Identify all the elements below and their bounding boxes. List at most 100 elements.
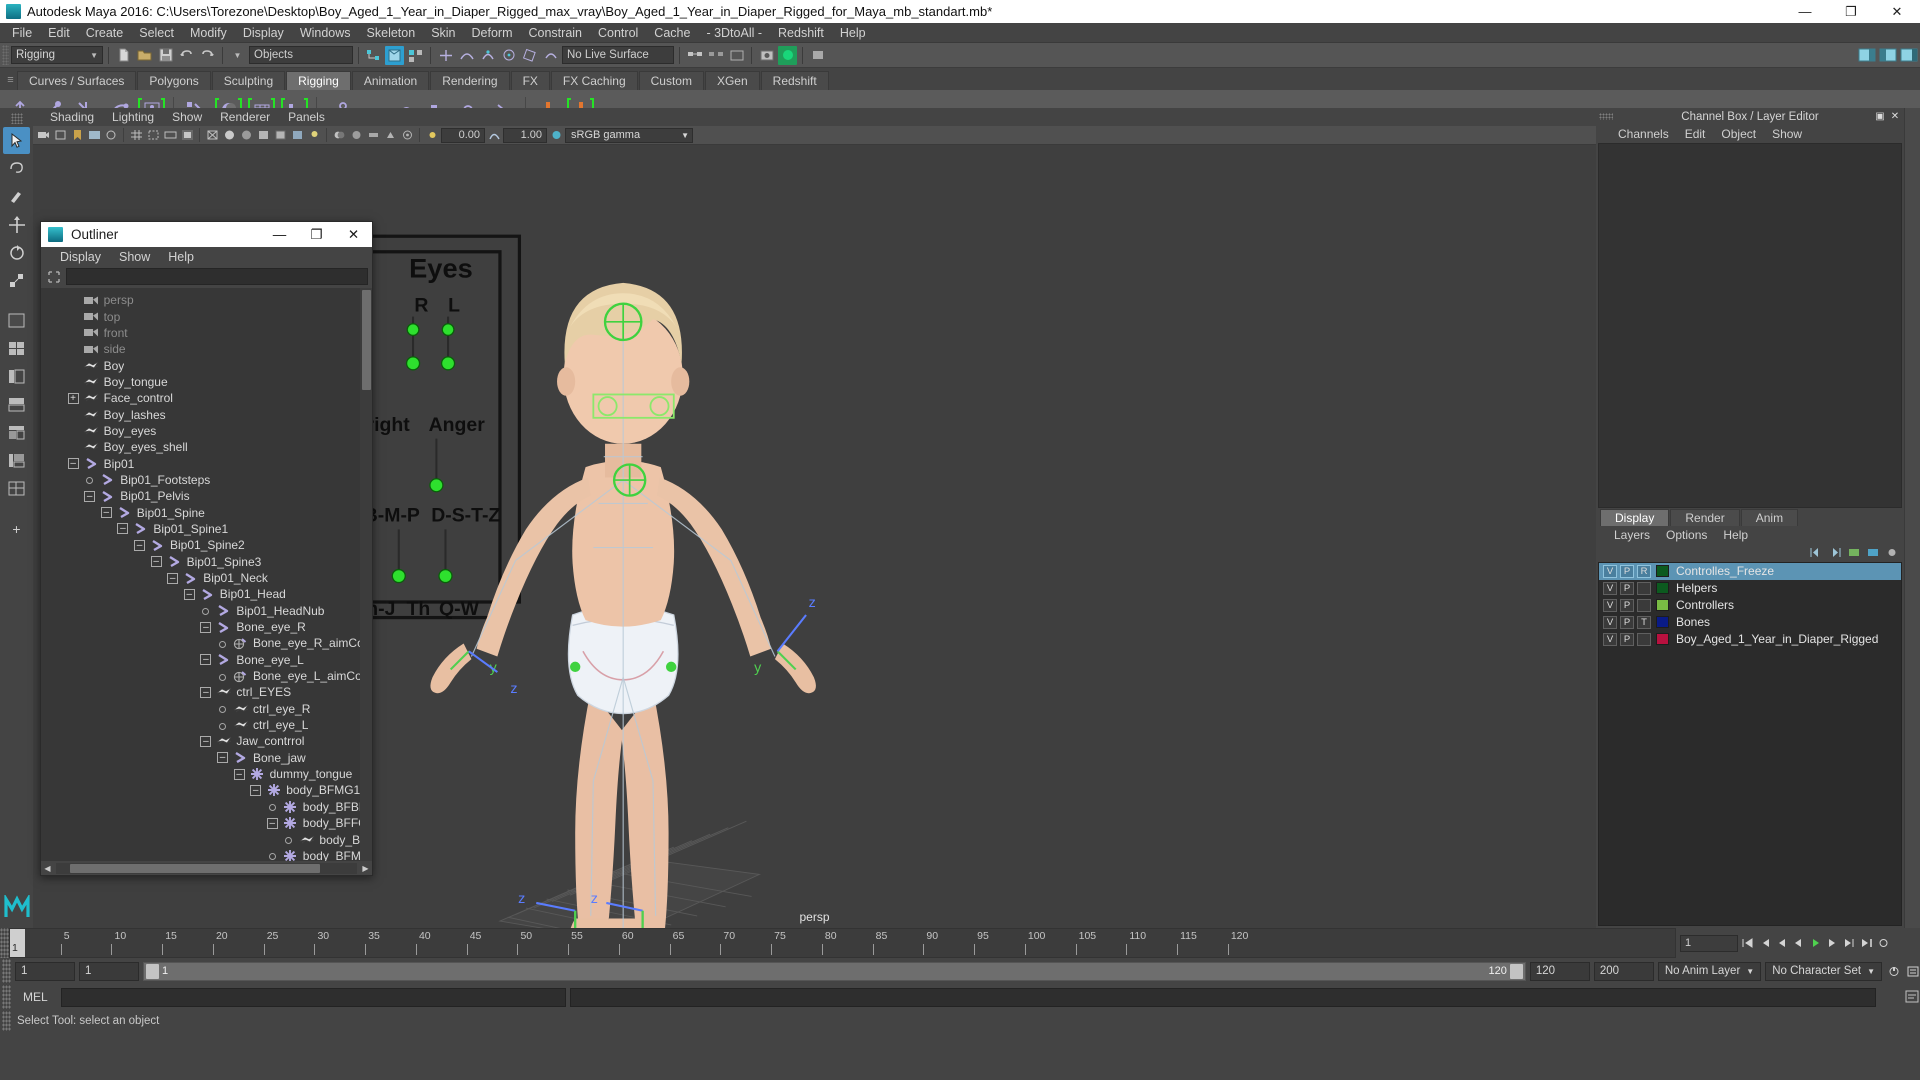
outliner-menu-show[interactable]: Show [110, 250, 159, 264]
outliner-horizontal-scroll-thumb[interactable] [70, 863, 320, 873]
layer-menu-help[interactable]: Help [1715, 528, 1756, 542]
layer-menu-layers[interactable]: Layers [1606, 528, 1658, 542]
minimize-button[interactable]: — [1782, 0, 1828, 23]
outliner-maximize-button[interactable]: ❐ [298, 222, 335, 247]
lasso-tool-button[interactable] [3, 155, 30, 182]
history-on-icon[interactable] [685, 46, 704, 65]
select-by-hierarchy-icon[interactable] [364, 46, 383, 65]
layer-visibility-toggle[interactable]: V [1603, 564, 1617, 578]
outliner-row[interactable]: front [41, 325, 372, 341]
film-gate-icon[interactable] [145, 127, 161, 143]
playback-start-time-field[interactable]: 1 [79, 961, 139, 981]
shelf-tab-custom[interactable]: Custom [638, 71, 704, 90]
menu-item-cache[interactable]: Cache [646, 23, 698, 43]
layer-color-swatch[interactable] [1656, 565, 1669, 577]
shelf-tab-rendering[interactable]: Rendering [430, 71, 510, 90]
shelf-tab-rigging[interactable]: Rigging [286, 71, 351, 90]
snap-to-view-plane-icon[interactable] [520, 46, 539, 65]
layer-playback-toggle[interactable]: P [1620, 632, 1634, 646]
outliner-row[interactable]: – Bip01_Pelvis [41, 488, 372, 504]
ambient-occlusion-icon[interactable] [348, 127, 364, 143]
smooth-shade-all-icon[interactable] [221, 127, 237, 143]
live-surface-field[interactable]: No Live Surface [562, 46, 674, 64]
shelf-tab-polygons[interactable]: Polygons [137, 71, 211, 90]
collapse-icon[interactable]: – [200, 654, 212, 666]
step-forward-frame-icon[interactable] [1825, 936, 1840, 951]
selection-mask-field[interactable]: Objects [249, 46, 353, 64]
gamma-value[interactable]: 1.00 [503, 127, 547, 143]
auto-keyframe-icon[interactable] [1886, 964, 1901, 979]
layer-display-type-toggle[interactable] [1637, 581, 1651, 595]
collapse-icon[interactable]: – [183, 588, 195, 600]
close-panel-icon[interactable]: ✕ [1889, 110, 1901, 122]
layer-display-type-toggle[interactable]: T [1637, 615, 1651, 629]
menu-item-windows[interactable]: Windows [292, 23, 359, 43]
collapse-icon[interactable]: – [266, 817, 278, 829]
outliner-row[interactable]: side [41, 341, 372, 357]
exposure-value[interactable]: 0.00 [441, 127, 485, 143]
outliner-row[interactable]: ctrl_eye_R [41, 701, 372, 717]
shelf-tab-redshift[interactable]: Redshift [760, 71, 829, 90]
ipr-render-icon[interactable] [808, 46, 827, 65]
outliner-row[interactable]: Bip01_Footsteps [41, 472, 372, 488]
layer-color-swatch[interactable] [1656, 616, 1669, 628]
menu-item-redshift[interactable]: Redshift [770, 23, 832, 43]
shadows-icon[interactable] [331, 127, 347, 143]
outliner-row[interactable]: – Bip01_Spine1 [41, 521, 372, 537]
outliner-row[interactable]: top [41, 308, 372, 324]
new-scene-icon[interactable] [114, 46, 133, 65]
snap-to-curve-icon[interactable] [457, 46, 476, 65]
wireframe-shading-icon[interactable] [204, 127, 220, 143]
collapse-icon[interactable]: – [100, 507, 112, 519]
layer-playback-toggle[interactable]: P [1620, 564, 1634, 578]
exposure-icon[interactable] [424, 127, 440, 143]
toggle-attribute-editor-icon[interactable] [1857, 46, 1876, 65]
layer-visibility-toggle[interactable]: V [1603, 581, 1617, 595]
menu-item-deform[interactable]: Deform [464, 23, 521, 43]
layer-playback-toggle[interactable]: P [1620, 615, 1634, 629]
selection-mask-dropdown-icon[interactable]: ▼ [228, 46, 247, 65]
collapse-icon[interactable]: – [250, 784, 262, 796]
snap-to-point-icon[interactable] [478, 46, 497, 65]
outliner-row[interactable]: – Bone_eye_R [41, 619, 372, 635]
open-scene-icon[interactable] [135, 46, 154, 65]
custom-layout-button[interactable] [3, 475, 30, 502]
animation-start-time-field[interactable]: 1 [15, 961, 75, 981]
range-left-handle[interactable] [146, 963, 159, 979]
render-current-frame-icon[interactable] [757, 46, 776, 65]
outliner-row[interactable]: – Bip01 [41, 455, 372, 471]
playback-end-time-field[interactable]: 120 [1529, 961, 1590, 981]
command-language-label[interactable]: MEL [15, 990, 57, 1004]
layer-options-icon[interactable] [1885, 546, 1898, 559]
help-line-grip[interactable] [2, 1011, 11, 1031]
color-management-icon[interactable] [548, 127, 564, 143]
command-output[interactable] [570, 987, 1876, 1007]
layer-editor-tab-render[interactable]: Render [1670, 508, 1740, 526]
image-plane-icon[interactable] [86, 127, 102, 143]
persp-outliner-graph-layout-button[interactable] [3, 447, 30, 474]
redshift-render-icon[interactable] [778, 45, 797, 65]
more-layouts-button[interactable]: + [3, 515, 30, 542]
persp-graph-layout-button[interactable] [3, 391, 30, 418]
camera-attributes-icon[interactable] [52, 127, 68, 143]
menu-item-help[interactable]: Help [832, 23, 874, 43]
collapse-icon[interactable]: – [67, 458, 79, 470]
outliner-horizontal-scrollbar[interactable] [56, 862, 357, 874]
outliner-row[interactable]: Bone_eye_L_aimConstraint1 [41, 668, 372, 684]
layer-playback-toggle[interactable]: P [1620, 598, 1634, 612]
outliner-search-input[interactable] [66, 268, 368, 285]
paint-selection-tool-button[interactable] [3, 183, 30, 210]
hypershade-persp-layout-button[interactable] [3, 419, 30, 446]
outliner-menu-display[interactable]: Display [51, 250, 110, 264]
close-button[interactable]: ✕ [1874, 0, 1920, 23]
current-frame-field[interactable]: 1 [1680, 934, 1738, 952]
maximize-button[interactable]: ❐ [1828, 0, 1874, 23]
outliner-row[interactable]: –body_BFFCP_TONGUE [41, 815, 372, 831]
channel-menu-show[interactable]: Show [1764, 127, 1810, 141]
animation-end-time-field[interactable]: 200 [1593, 961, 1654, 981]
layer-color-swatch[interactable] [1656, 599, 1669, 611]
shelf-grip[interactable]: ≡ [4, 70, 17, 90]
collapse-icon[interactable]: – [200, 686, 212, 698]
smooth-shade-selected-icon[interactable] [238, 127, 254, 143]
outliner-row[interactable]: Bip01_HeadNub [41, 603, 372, 619]
